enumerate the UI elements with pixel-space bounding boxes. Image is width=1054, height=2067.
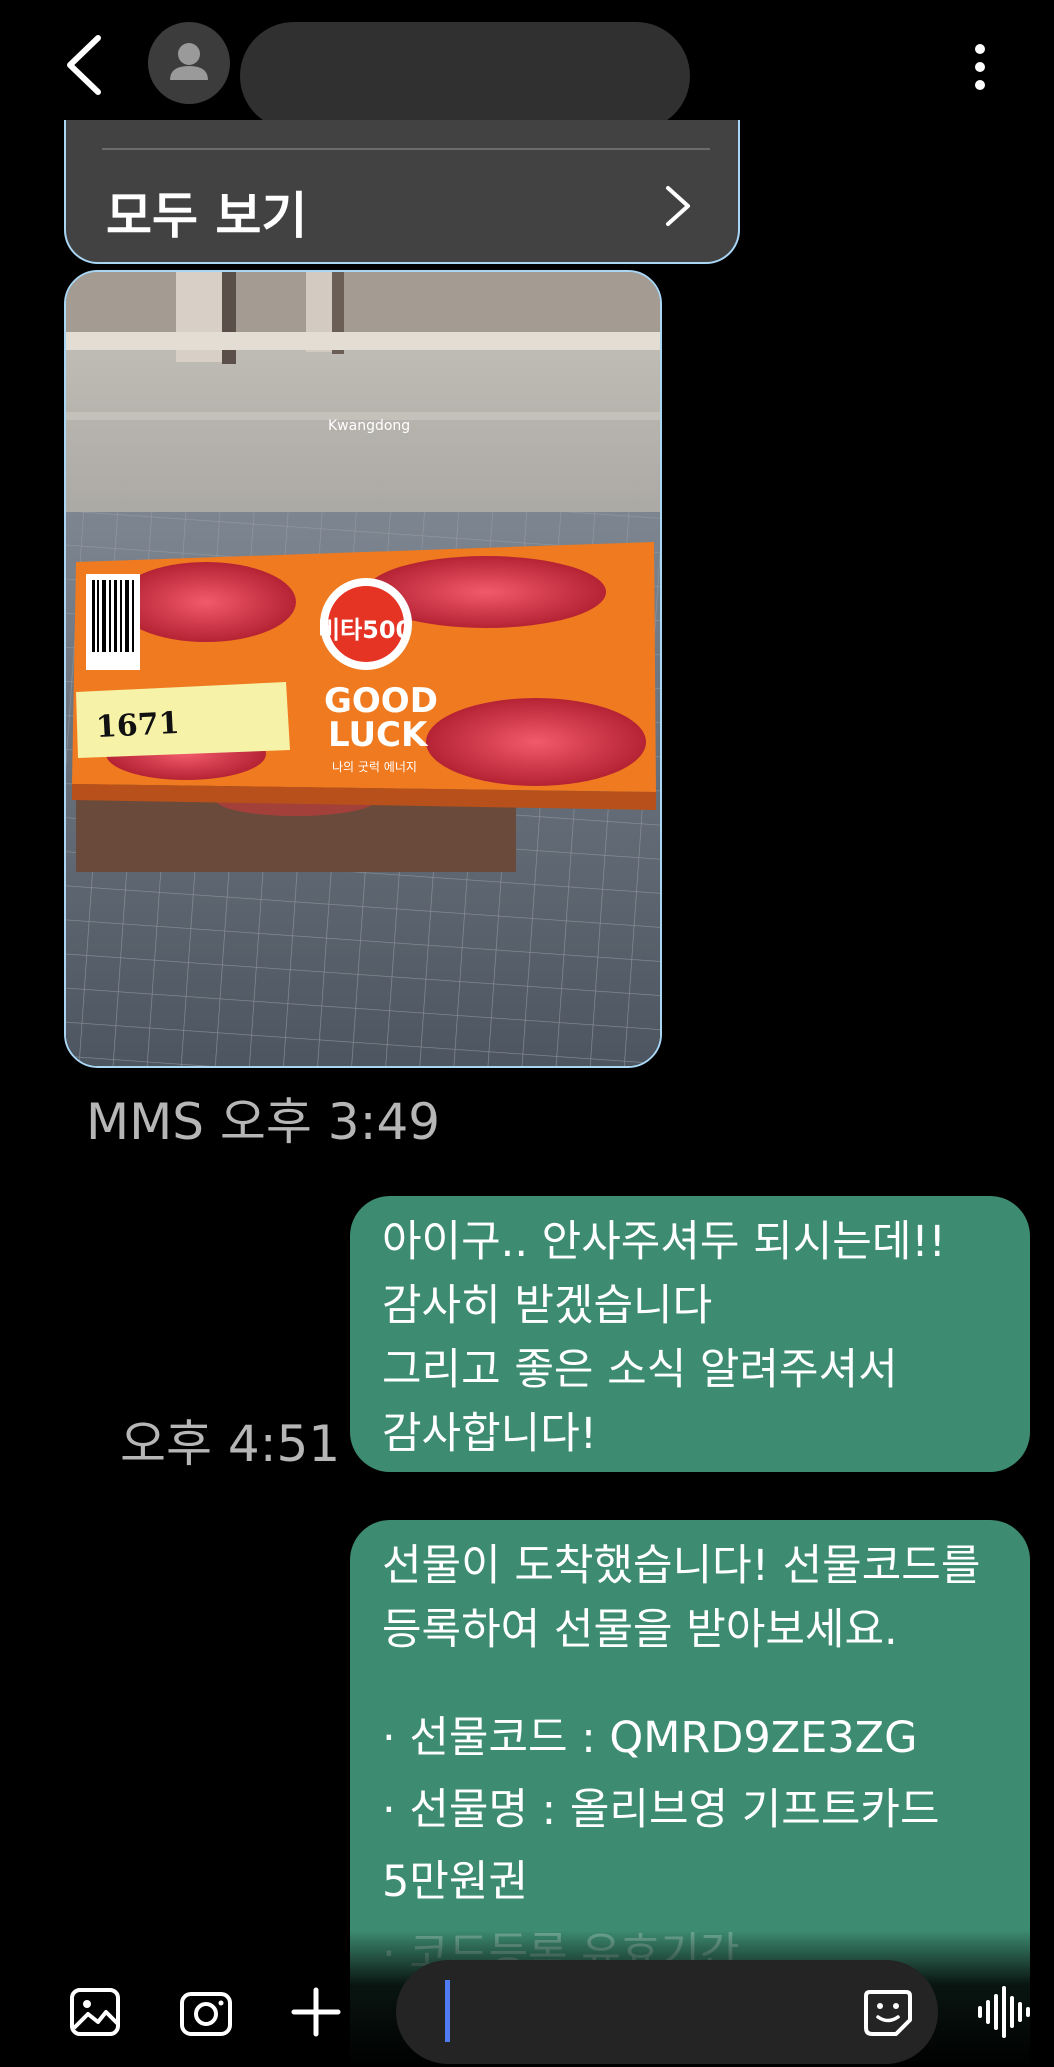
photo-brand: Kwangdong bbox=[328, 418, 411, 434]
sent-message-bubble[interactable]: 아이구.. 안사주셔두 되시는데!! 감사히 받겠습니다 그리고 좋은 소식 알… bbox=[350, 1196, 1030, 1472]
camera-icon[interactable] bbox=[178, 1984, 234, 2040]
see-all-label: 모두 보기 bbox=[106, 187, 308, 245]
divider bbox=[102, 148, 710, 150]
message-line: 그리고 좋은 소식 알려주셔서 bbox=[382, 1345, 898, 1395]
image-icon[interactable] bbox=[68, 1984, 124, 2040]
plus-icon[interactable] bbox=[288, 1984, 344, 2040]
photo-note-number: 1671 bbox=[95, 705, 181, 746]
photo-caption: 나의 굿럭 에너지 bbox=[332, 760, 417, 774]
sticker-icon[interactable] bbox=[860, 1984, 916, 2040]
gift-name-line: · 선물명 : 올리브영 기프트카드 bbox=[382, 1785, 940, 1835]
message-line: 감사합니다! bbox=[382, 1409, 598, 1459]
message-line: 감사히 받겠습니다 bbox=[382, 1281, 713, 1331]
text-cursor bbox=[445, 1980, 450, 2042]
voice-wave-icon[interactable] bbox=[976, 1984, 1032, 2040]
more-vertical-icon[interactable] bbox=[960, 36, 1000, 96]
gift-code-line: · 선물코드 : QMRD9ZE3ZG bbox=[382, 1713, 918, 1763]
message-line: 아이구.. 안사주셔두 되시는데!! bbox=[382, 1217, 946, 1267]
message-timestamp: 오후 4:51 bbox=[120, 1415, 341, 1473]
message-line: 등록하여 선물을 받아보세요. bbox=[382, 1605, 898, 1655]
photo-slogan-1: GOOD bbox=[324, 681, 438, 721]
back-icon[interactable] bbox=[58, 32, 118, 98]
photo-slogan-2: LUCK bbox=[328, 715, 428, 755]
gift-name-line-2: 5만원권 bbox=[382, 1857, 529, 1907]
mms-photo[interactable]: Kwangdong 비타500 GOOD LUCK 나의 굿럭 에너지 1671 bbox=[64, 270, 662, 1068]
person-icon bbox=[170, 43, 208, 80]
contact-avatar[interactable] bbox=[148, 22, 230, 104]
see-all-button[interactable]: 모두 보기 bbox=[64, 120, 740, 264]
photo-drawing bbox=[66, 272, 660, 1066]
photo-product-logo: 비타500 bbox=[318, 616, 413, 644]
mms-timestamp: MMS 오후 3:49 bbox=[86, 1093, 441, 1151]
redaction-blur bbox=[240, 22, 690, 130]
message-line: 선물이 도착했습니다! 선물코드를 bbox=[382, 1541, 981, 1591]
chevron-right-icon bbox=[666, 186, 690, 226]
message-input[interactable] bbox=[396, 1960, 938, 2064]
